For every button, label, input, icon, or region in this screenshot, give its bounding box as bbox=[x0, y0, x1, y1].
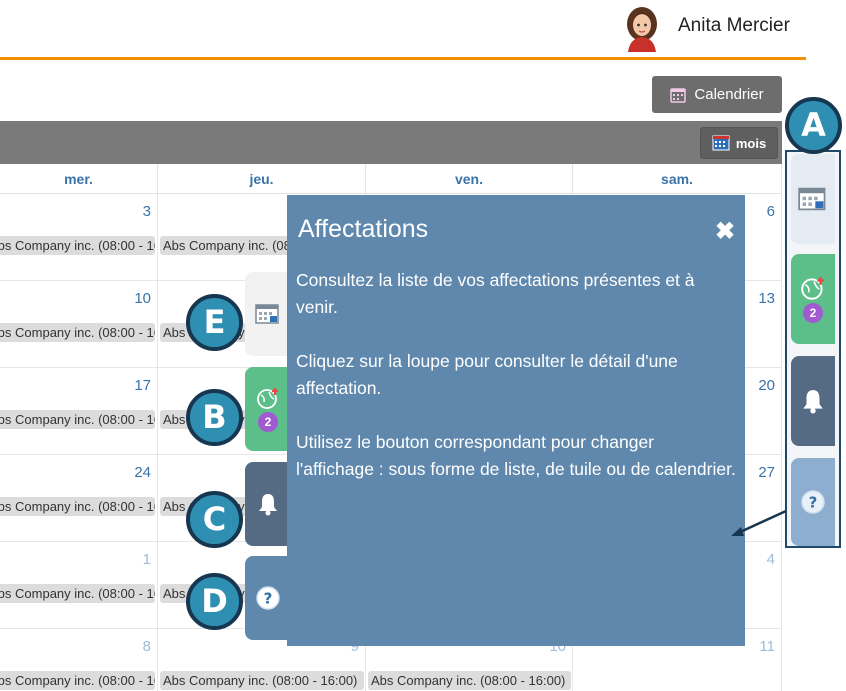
floating-calendar-tab[interactable] bbox=[245, 272, 291, 356]
day-number: 1 bbox=[142, 551, 151, 568]
floating-assignments-tab[interactable]: 2 bbox=[245, 367, 291, 451]
calendar-button-label: Calendrier bbox=[694, 86, 764, 103]
assignments-count-badge: 2 bbox=[258, 412, 278, 432]
help-icon: ? bbox=[256, 586, 280, 610]
day-number: 17 bbox=[134, 377, 151, 394]
calendar-day-cell[interactable]: 10 Abs Company inc. (08:00 - 16:00) bbox=[0, 281, 158, 368]
bell-icon bbox=[803, 390, 823, 414]
assignment-event[interactable]: Abs Company inc. (08:00 - 16:00) bbox=[0, 497, 155, 516]
user-avatar[interactable] bbox=[622, 4, 662, 52]
side-calendar-tab[interactable] bbox=[791, 154, 835, 244]
close-icon[interactable]: ✖ bbox=[715, 217, 735, 246]
callout-e: E bbox=[186, 294, 243, 351]
bell-icon bbox=[259, 494, 277, 516]
month-grid-icon bbox=[712, 135, 730, 151]
assignment-event[interactable]: Abs Company inc. (08:00 - 16:00) bbox=[368, 671, 571, 690]
side-help-tab[interactable]: ? bbox=[791, 458, 835, 546]
calendar-icon bbox=[670, 87, 687, 103]
calendar-search-icon bbox=[798, 187, 826, 211]
assignment-event[interactable]: Abs Company inc. (08:00 - 16:00) bbox=[0, 410, 155, 429]
side-notifications-tab[interactable] bbox=[791, 356, 835, 446]
day-header: mer. bbox=[0, 164, 158, 194]
day-number: 6 bbox=[766, 203, 775, 220]
assignment-map-icon bbox=[801, 277, 824, 300]
callout-c: C bbox=[186, 491, 243, 548]
assignment-event[interactable]: Abs Company inc. (08:00 - 16:00) bbox=[160, 671, 364, 690]
callout-a: A bbox=[785, 97, 842, 154]
month-view-label: mois bbox=[735, 135, 767, 151]
svg-text:?: ? bbox=[809, 494, 818, 512]
day-number: 13 bbox=[758, 290, 775, 307]
day-number: 10 bbox=[134, 290, 151, 307]
popup-paragraph: Cliquez sur la loupe pour consulter le d… bbox=[296, 351, 678, 398]
top-bar: Anita Mercier bbox=[0, 0, 806, 60]
popup-paragraph: Utilisez le bouton correspondant pour ch… bbox=[296, 432, 736, 479]
floating-help-tab[interactable]: ? bbox=[245, 556, 291, 640]
side-panel-highlight: 2 ? bbox=[785, 150, 841, 548]
assignment-event[interactable]: Abs Company inc. (08:00 - 16:00) bbox=[0, 236, 155, 255]
popup-body: Consultez la liste de vos affectations p… bbox=[296, 267, 736, 510]
day-number: 24 bbox=[134, 464, 151, 481]
assignment-event[interactable]: Abs Company inc. (08:00 - 16:00) bbox=[0, 671, 155, 690]
month-view-button[interactable]: mois bbox=[700, 127, 778, 159]
calendar-day-cell[interactable]: 3 Abs Company inc. (08:00 - 16:00) bbox=[0, 194, 158, 281]
assignment-event[interactable]: Abs Company inc. (08:00 - 16:00) bbox=[0, 323, 155, 342]
calendar-day-cell[interactable]: 1 Abs Company inc. (08:00 - 16:00) bbox=[0, 542, 158, 629]
day-number: 11 bbox=[759, 638, 775, 655]
svg-text:?: ? bbox=[264, 590, 273, 608]
day-header: ven. bbox=[366, 164, 573, 194]
side-assignments-tab[interactable]: 2 bbox=[791, 254, 835, 344]
assignment-map-icon bbox=[257, 388, 278, 409]
calendar-day-cell[interactable]: 8 Abs Company inc. (08:00 - 16:00) bbox=[0, 629, 158, 691]
calendar-day-cell[interactable]: 24 Abs Company inc. (08:00 - 16:00) bbox=[0, 455, 158, 542]
day-header: sam. bbox=[573, 164, 782, 194]
calendar-view-button[interactable]: Calendrier bbox=[652, 76, 782, 113]
app-screen: Anita Mercier Calendrier mois mer. jeu. ve… bbox=[0, 0, 846, 691]
day-number: 8 bbox=[142, 638, 151, 655]
day-number: 3 bbox=[142, 203, 151, 220]
popup-paragraph: Consultez la liste de vos affectations p… bbox=[296, 270, 695, 317]
day-header: jeu. bbox=[158, 164, 366, 194]
help-icon: ? bbox=[801, 490, 825, 514]
day-number: 27 bbox=[758, 464, 775, 481]
calendar-header-bar bbox=[0, 121, 782, 164]
assignments-count-badge: 2 bbox=[803, 303, 823, 323]
assignments-help-popup: Affectations ✖ Consultez la liste de vos… bbox=[287, 195, 745, 646]
callout-b: B bbox=[186, 389, 243, 446]
callout-d: D bbox=[186, 573, 243, 630]
day-number: 20 bbox=[758, 377, 775, 394]
popup-title: Affectations bbox=[298, 215, 429, 243]
user-name[interactable]: Anita Mercier bbox=[678, 15, 790, 37]
calendar-search-icon bbox=[255, 304, 279, 324]
calendar-day-cell[interactable]: 17 Abs Company inc. (08:00 - 16:00) bbox=[0, 368, 158, 455]
floating-notifications-tab[interactable] bbox=[245, 462, 291, 546]
day-number: 4 bbox=[766, 551, 775, 568]
assignment-event[interactable]: Abs Company inc. (08:00 - 16:00) bbox=[0, 584, 155, 603]
